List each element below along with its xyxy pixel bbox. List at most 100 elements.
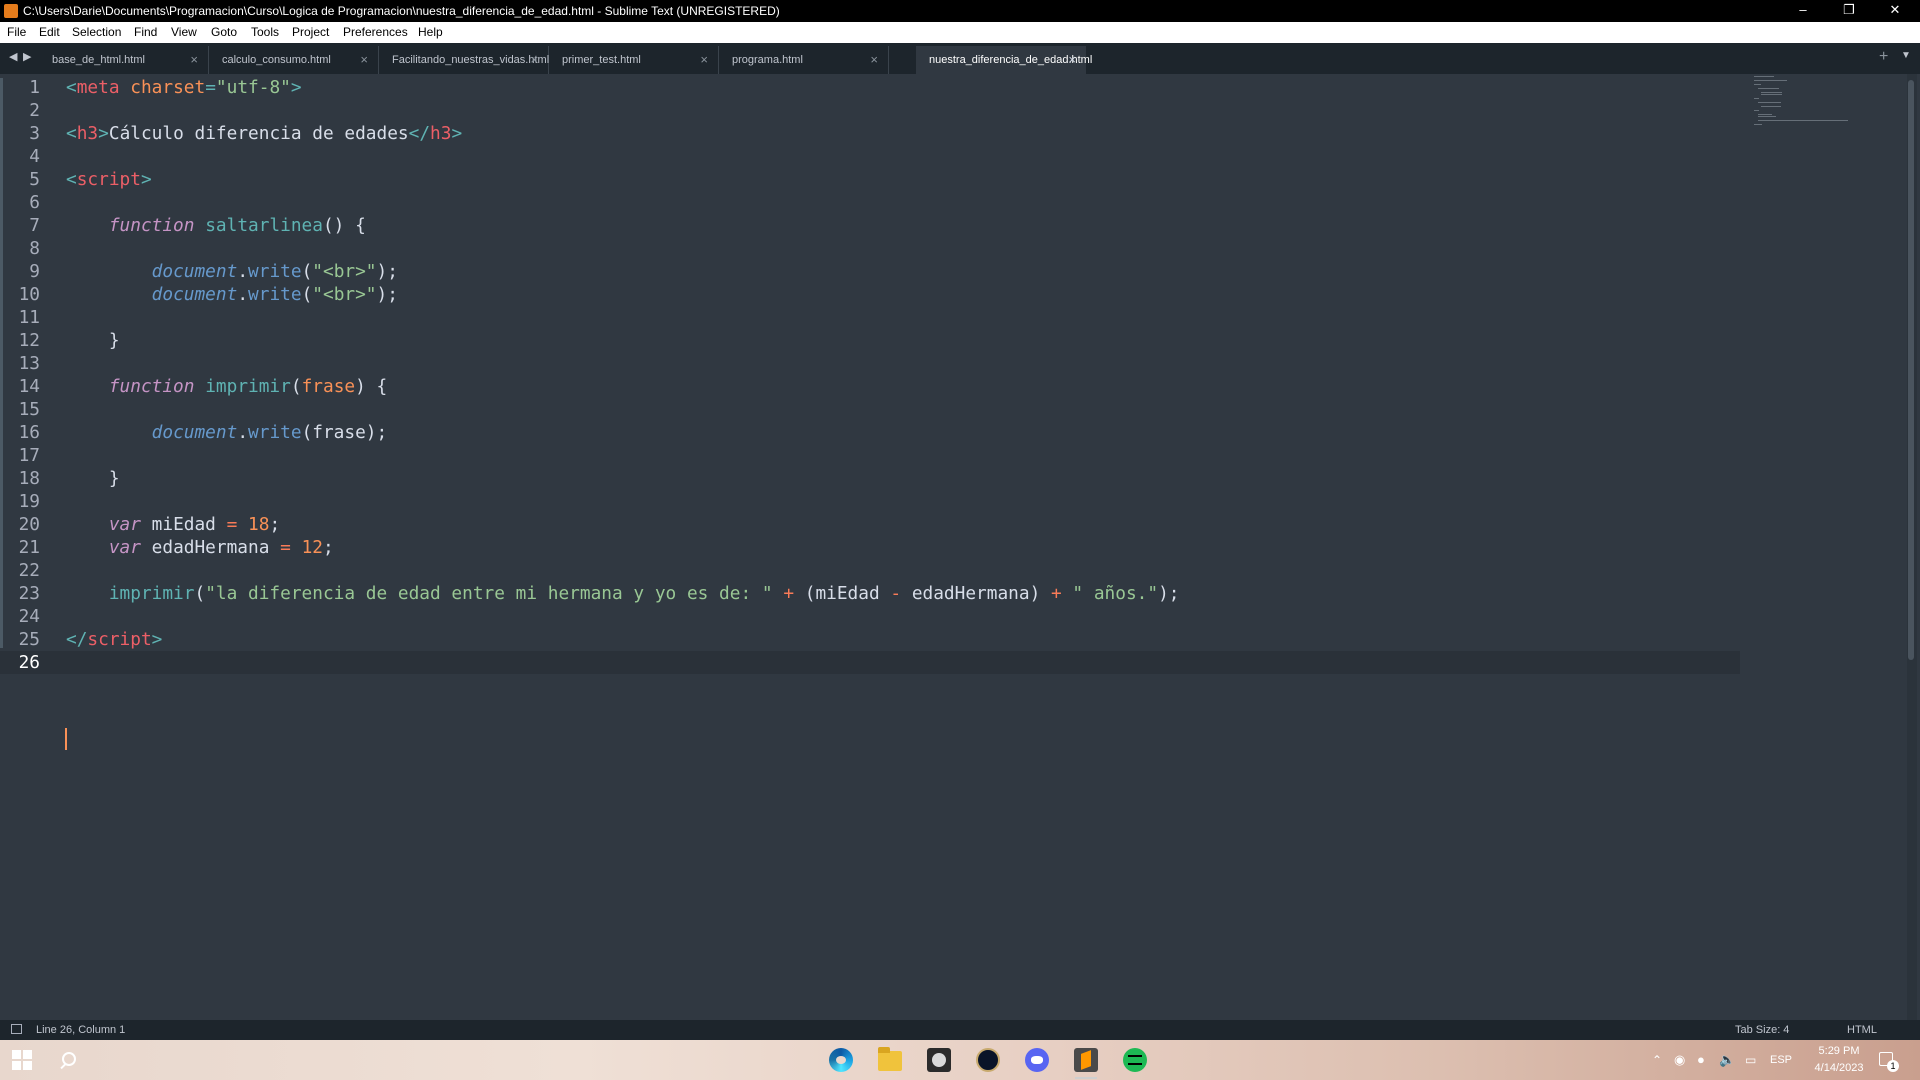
tab-close-icon[interactable]: × (190, 47, 198, 73)
code-line[interactable]: 19 (0, 490, 1740, 513)
network-status-icon[interactable]: ◉ (1674, 1040, 1685, 1080)
line-code: imprimir("la diferencia de edad entre mi… (108, 583, 1180, 604)
line-code: <h3>Cálculo diferencia de edades</h3> (66, 123, 463, 144)
tab-close-icon[interactable]: × (530, 47, 538, 73)
clock-time: 5:29 PM (1818, 1045, 1860, 1057)
code-line[interactable]: 14 function imprimir(frase) { (0, 375, 1740, 398)
menu-file[interactable]: File (7, 22, 26, 43)
line-code: document.write("<br>"); (151, 284, 398, 305)
tab-close-icon[interactable]: × (360, 47, 368, 73)
code-line[interactable]: 17 (0, 444, 1740, 467)
menu-find[interactable]: Find (134, 22, 157, 43)
line-number: 7 (29, 215, 40, 236)
sublime-text-icon[interactable] (1074, 1048, 1098, 1072)
tab-label: programa.html (732, 54, 803, 66)
line-number: 20 (18, 514, 40, 535)
line-number: 1 (29, 77, 40, 98)
display-icon[interactable]: ▭ (1745, 1040, 1756, 1080)
tab-back-icon[interactable]: ◀ (9, 50, 17, 63)
menu-edit[interactable]: Edit (39, 22, 60, 43)
discord-icon[interactable] (1025, 1048, 1049, 1072)
cursor-position[interactable]: Line 26, Column 1 (36, 1020, 125, 1040)
code-line[interactable]: 2 (0, 99, 1740, 122)
tab-nuestra-diferencia[interactable]: nuestra_diferencia_de_edad.html × (916, 46, 1092, 74)
menu-help[interactable]: Help (418, 22, 443, 43)
speaker-icon[interactable]: 🔈 (1719, 1040, 1735, 1080)
minimap-line (1757, 114, 1772, 115)
tab-label: calculo_consumo.html (222, 54, 331, 66)
line-number: 18 (18, 468, 40, 489)
code-line[interactable]: 6 (0, 191, 1740, 214)
line-number: 21 (18, 537, 40, 558)
code-line[interactable]: 15 (0, 398, 1740, 421)
line-number: 2 (29, 100, 40, 121)
code-line[interactable]: 20 var miEdad = 18; (0, 513, 1740, 536)
league-of-legends-icon[interactable] (976, 1048, 1000, 1072)
menu-selection[interactable]: Selection (72, 22, 121, 43)
code-line[interactable]: 10 document.write("<br>"); (0, 283, 1740, 306)
file-explorer-icon[interactable] (878, 1047, 902, 1071)
code-line[interactable]: 23 imprimir("la diferencia de edad entre… (0, 582, 1740, 605)
minimize-button[interactable]: – (1780, 0, 1826, 22)
code-line[interactable]: 25 </script> (0, 628, 1740, 651)
code-line[interactable]: 11 (0, 306, 1740, 329)
show-hidden-icons-icon[interactable]: ⌃ (1652, 1040, 1662, 1080)
restore-button[interactable]: ❐ (1826, 0, 1872, 22)
code-line[interactable]: 13 (0, 352, 1740, 375)
line-number: 14 (18, 376, 40, 397)
spotify-icon[interactable] (1123, 1048, 1147, 1072)
clock[interactable]: 5:29 PM 4/14/2023 (1804, 1043, 1874, 1077)
tab-programa[interactable]: programa.html × (719, 46, 889, 74)
menu-preferences[interactable]: Preferences (343, 22, 408, 43)
code-line[interactable]: 3 <h3>Cálculo diferencia de edades</h3> (0, 122, 1740, 145)
code-editor[interactable]: 1 <meta charset="utf-8"> 2 3 <h3>Cálculo dif… (0, 74, 1920, 1020)
tab-facilitando[interactable]: Facilitando_nuestras_vidas.html × (379, 46, 549, 74)
code-line[interactable]: 5 <script> (0, 168, 1740, 191)
menu-goto[interactable]: Goto (211, 22, 237, 43)
code-line[interactable]: 22 (0, 559, 1740, 582)
code-line[interactable]: 9 document.write("<br>"); (0, 260, 1740, 283)
line-number: 22 (18, 560, 40, 581)
close-window-button[interactable]: ✕ (1872, 0, 1918, 22)
code-line[interactable]: 21 var edadHermana = 12; (0, 536, 1740, 559)
minimap-line (1761, 92, 1782, 93)
text-cursor (65, 728, 67, 750)
menu-view[interactable]: View (171, 22, 197, 43)
microphone-icon[interactable]: ● (1697, 1040, 1705, 1080)
code-line[interactable]: 18 } (0, 467, 1740, 490)
tab-calculo-consumo[interactable]: calculo_consumo.html × (209, 46, 379, 74)
menu-project[interactable]: Project (292, 22, 329, 43)
code-line[interactable]: 24 (0, 605, 1740, 628)
tab-close-icon[interactable]: × (700, 47, 708, 73)
tab-list-dropdown-icon[interactable]: ▼ (1901, 50, 1911, 61)
panel-toggle-icon[interactable] (11, 1024, 22, 1034)
line-code: } (66, 468, 120, 489)
code-line[interactable]: 8 (0, 237, 1740, 260)
tab-primer-test[interactable]: primer_test.html × (549, 46, 719, 74)
line-number: 5 (29, 169, 40, 190)
code-line[interactable]: 26 (0, 651, 1740, 674)
code-line[interactable]: 16 document.write(frase); (0, 421, 1740, 444)
tab-close-icon[interactable]: × (870, 47, 878, 73)
edge-icon[interactable] (829, 1048, 853, 1072)
code-line[interactable]: 4 (0, 145, 1740, 168)
minimap[interactable] (1754, 76, 1864, 136)
tab-forward-icon[interactable]: ▶ (23, 50, 31, 63)
new-tab-icon[interactable]: + (1879, 48, 1888, 66)
scrollbar-thumb[interactable] (1908, 80, 1914, 660)
line-code: document.write("<br>"); (151, 261, 398, 282)
tab-base-de-html[interactable]: base_de_html.html × (39, 46, 209, 74)
code-line[interactable]: 7 function saltarlinea() { (0, 214, 1740, 237)
menu-tools[interactable]: Tools (251, 22, 279, 43)
language-indicator[interactable]: ESP (1770, 1040, 1792, 1080)
windows-start-icon[interactable] (12, 1050, 32, 1070)
tab-close-icon[interactable]: × (1068, 47, 1076, 73)
line-number: 13 (18, 353, 40, 374)
app-icon[interactable] (927, 1048, 951, 1072)
minimap-line (1754, 98, 1759, 99)
code-line[interactable]: 12 } (0, 329, 1740, 352)
tab-size-indicator[interactable]: Tab Size: 4 (1735, 1020, 1789, 1040)
code-line[interactable]: 1 <meta charset="utf-8"> (0, 76, 1740, 99)
syntax-indicator[interactable]: HTML (1847, 1020, 1877, 1040)
status-bar: Line 26, Column 1 Tab Size: 4 HTML (0, 1020, 1920, 1040)
